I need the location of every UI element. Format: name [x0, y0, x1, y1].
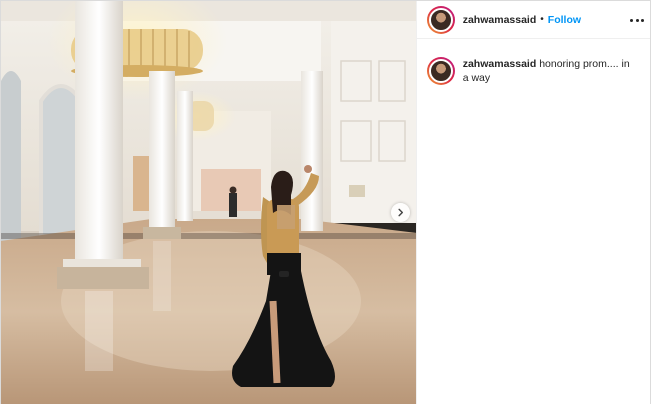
avatar[interactable]	[426, 5, 455, 34]
caption-text-block: zahwamassaid honoring prom.... in a way	[463, 57, 633, 85]
ballroom-photo	[1, 1, 416, 404]
instagram-post: zahwamassaid • Follow zahwamassaid honor…	[0, 0, 651, 404]
more-dot	[641, 18, 644, 22]
chevron-right-icon	[398, 208, 404, 217]
caption-avatar[interactable]	[426, 57, 455, 85]
username-link[interactable]: zahwamassaid	[463, 14, 537, 26]
avatar-image	[428, 59, 453, 83]
more-horizontal-icon	[630, 18, 633, 22]
post-photo[interactable]	[1, 1, 416, 404]
more-options-button[interactable]	[630, 13, 644, 27]
more-dot	[635, 18, 639, 22]
post-header: zahwamassaid • Follow	[416, 1, 650, 39]
post-sidebar: zahwamassaid • Follow zahwamassaid honor…	[415, 1, 650, 404]
post-caption: zahwamassaid honoring prom.... in a way	[417, 39, 650, 85]
next-photo-button[interactable]	[391, 203, 410, 222]
avatar-image	[428, 7, 453, 32]
caption-username-link[interactable]: zahwamassaid	[463, 58, 537, 70]
follow-button[interactable]: Follow	[548, 14, 581, 26]
separator-dot: •	[540, 14, 544, 25]
